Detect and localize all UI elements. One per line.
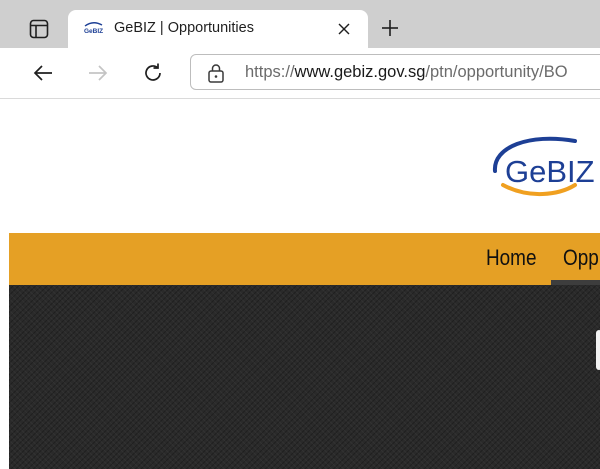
svg-text:GeBIZ: GeBIZ bbox=[84, 28, 103, 35]
page-header: GeBIZ bbox=[9, 99, 600, 233]
address-bar[interactable]: https://www.gebiz.gov.sg/ptn/opportunity… bbox=[190, 54, 600, 90]
url-path: /ptn/opportunity/BO bbox=[425, 63, 568, 81]
hero-banner bbox=[9, 285, 600, 469]
tab-actions-menu-button[interactable] bbox=[18, 14, 60, 44]
tab-actions-icon bbox=[29, 19, 49, 39]
url-host: www.gebiz.gov.sg bbox=[294, 63, 426, 81]
new-tab-button[interactable] bbox=[376, 14, 404, 42]
url-text: https://www.gebiz.gov.sg/ptn/opportunity… bbox=[245, 63, 568, 82]
plus-icon bbox=[382, 20, 398, 36]
lock-icon[interactable] bbox=[207, 63, 225, 83]
hero-panel-edge bbox=[596, 330, 600, 370]
svg-text:GeBIZ: GeBIZ bbox=[505, 154, 595, 189]
browser-tab-strip: GeBIZ GeBIZ | Opportunities bbox=[0, 0, 600, 48]
logo-text-biz: BIZ bbox=[546, 154, 594, 189]
forward-arrow-icon bbox=[89, 65, 108, 81]
url-scheme: https:// bbox=[245, 63, 295, 81]
refresh-button[interactable] bbox=[138, 58, 168, 88]
active-tab[interactable]: GeBIZ GeBIZ | Opportunities bbox=[68, 10, 368, 48]
nav-item-home[interactable]: Home bbox=[486, 245, 536, 271]
browser-toolbar: https://www.gebiz.gov.sg/ptn/opportunity… bbox=[0, 48, 600, 99]
tab-title: GeBIZ | Opportunities bbox=[114, 20, 254, 36]
back-arrow-icon bbox=[33, 65, 52, 81]
gebiz-logo[interactable]: GeBIZ bbox=[489, 129, 600, 201]
tab-close-button[interactable] bbox=[334, 19, 354, 39]
close-icon bbox=[338, 23, 350, 35]
forward-button[interactable] bbox=[83, 58, 113, 88]
refresh-icon bbox=[145, 63, 161, 81]
main-navbar: Home Opp bbox=[9, 233, 600, 285]
back-button[interactable] bbox=[28, 58, 58, 88]
gebiz-favicon-icon: GeBIZ bbox=[84, 22, 103, 35]
logo-text-ge: Ge bbox=[505, 154, 546, 189]
nav-item-opportunities[interactable]: Opp bbox=[563, 245, 599, 271]
